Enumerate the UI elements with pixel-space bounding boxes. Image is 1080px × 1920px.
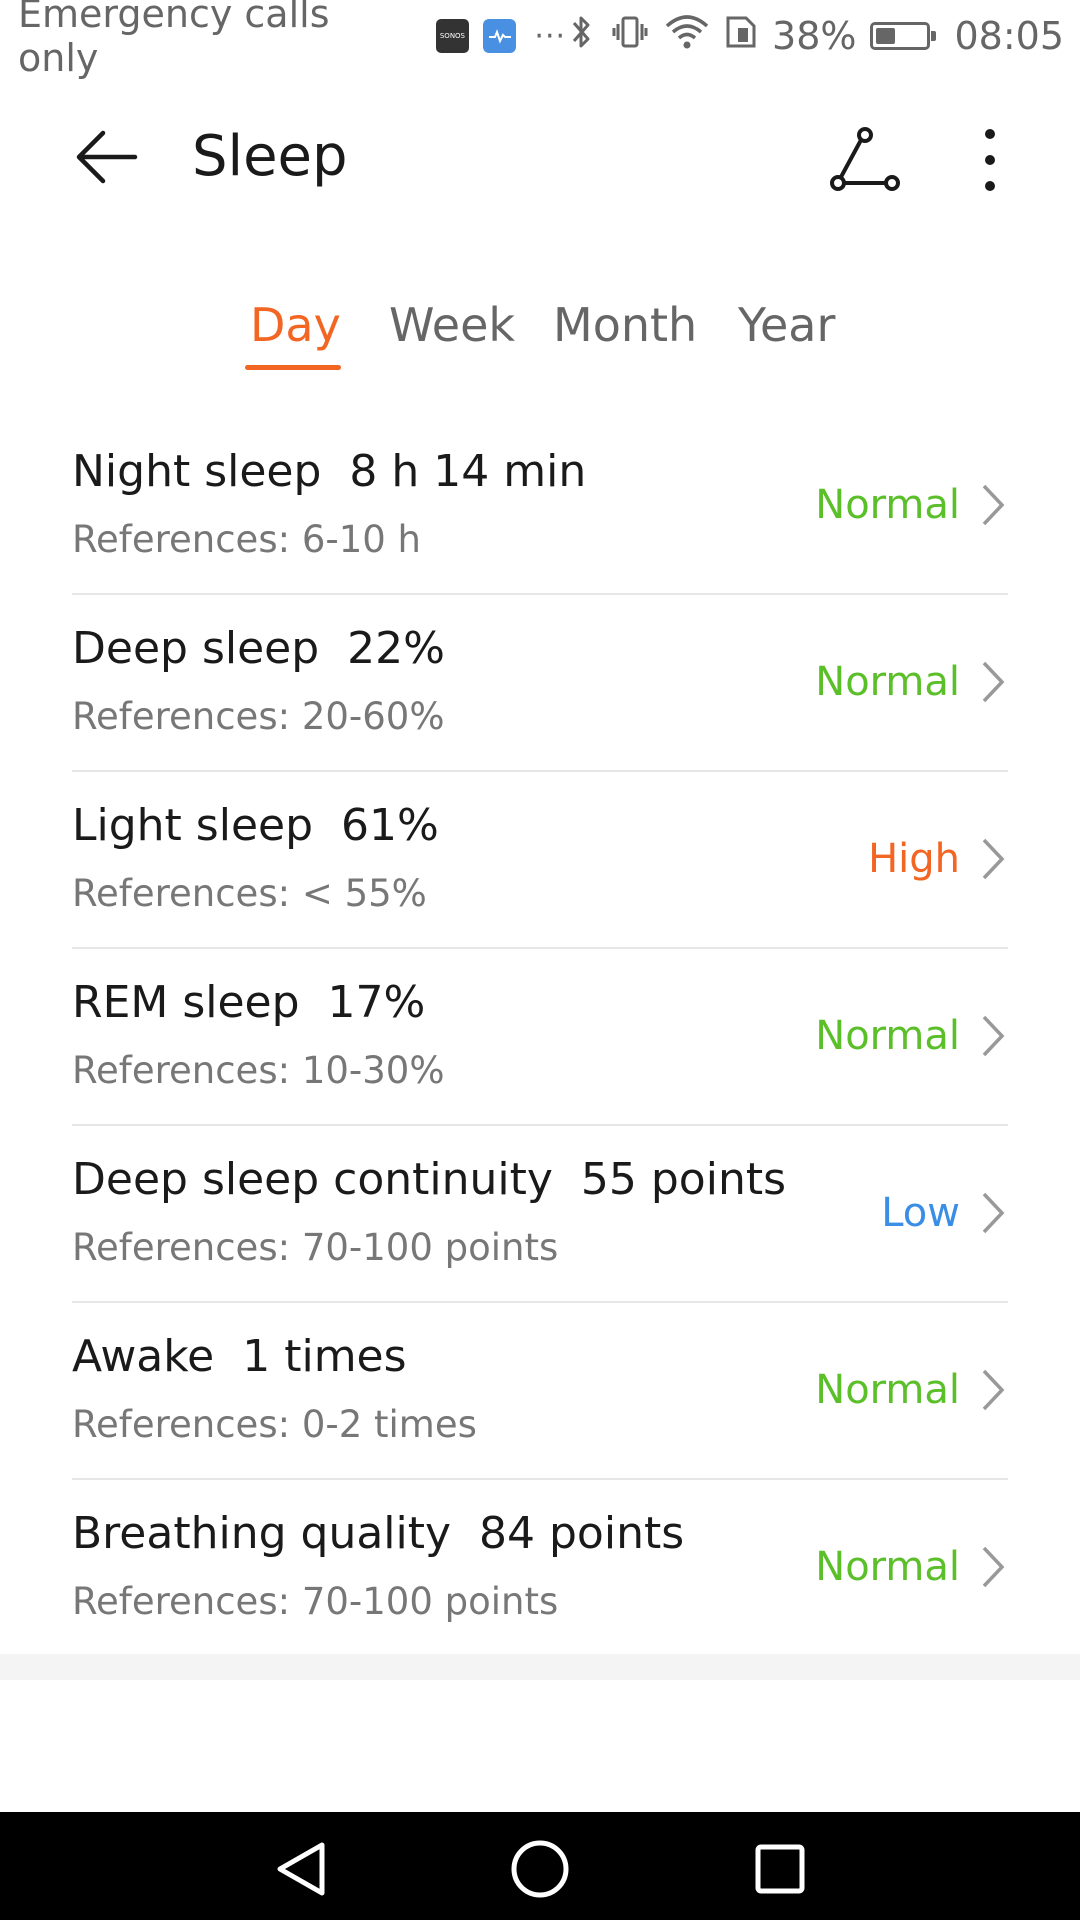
sleep-metrics-list: Night sleep 8 h 14 min References: 6-10 … [0,418,1080,1657]
nav-recents-button[interactable] [745,1834,815,1904]
metric-row-light-sleep[interactable]: Light sleep 61% References: < 55% High [72,772,1008,949]
chevron-right-icon [982,1546,1005,1588]
metric-reference: References: 0-2 times [72,1403,477,1446]
metric-reference: References: 70-100 points [72,1580,559,1623]
more-notifications-icon: ··· [534,18,567,54]
metric-title: REM sleep 17% [72,977,425,1028]
period-tabs: Day Week Month Year [0,290,1080,380]
metric-value: 61% [341,800,439,851]
status-bar: Emergency calls only SONOS ··· 38% 08:05 [0,0,1080,80]
metric-status: Normal [815,1013,960,1059]
metric-title: Deep sleep 22% [72,623,445,674]
tab-month[interactable]: Month [553,290,697,370]
metric-value: 17% [327,977,426,1028]
tab-week[interactable]: Week [389,290,515,370]
vibrate-icon [610,12,650,61]
back-button[interactable] [68,122,148,192]
metric-name: Deep sleep [72,623,320,674]
metric-name: Breathing quality [72,1508,452,1559]
more-vert-icon [985,129,995,191]
metric-title: Night sleep 8 h 14 min [72,446,586,497]
metric-name: Deep sleep continuity [72,1154,553,1205]
system-nav-bar [0,1812,1080,1920]
chevron-right-icon [982,1015,1005,1057]
tab-year[interactable]: Year [738,290,835,370]
metric-row-rem-sleep[interactable]: REM sleep 17% References: 10-30% Normal [72,949,1008,1126]
battery-percent: 38% [772,14,857,58]
metric-title: Awake 1 times [72,1331,407,1382]
share-icon [830,127,900,191]
metric-reference: References: 10-30% [72,1049,445,1092]
metric-value: 84 points [479,1508,685,1559]
metric-row-deep-sleep-continuity[interactable]: Deep sleep continuity 55 points Referenc… [72,1126,1008,1303]
metric-reference: References: < 55% [72,872,427,915]
sonos-label: SONOS [439,32,466,40]
metric-name: REM sleep [72,977,300,1028]
chevron-right-icon [982,838,1005,880]
metric-title: Light sleep 61% [72,800,439,851]
metric-value: 1 times [242,1331,407,1382]
metric-title: Deep sleep continuity 55 points [72,1154,786,1205]
metric-value: 8 h 14 min [349,446,587,497]
sim-icon [724,12,758,61]
wifi-icon [664,12,710,61]
metric-title: Breathing quality 84 points [72,1508,684,1559]
tab-active-indicator [245,365,341,370]
share-button[interactable] [820,120,910,200]
metric-row-breathing-quality[interactable]: Breathing quality 84 points References: … [72,1480,1008,1657]
app-header: Sleep [0,100,1080,220]
metric-status: Low [881,1190,960,1236]
metric-reference: References: 70-100 points [72,1226,559,1269]
metric-status: Normal [815,1544,960,1590]
chevron-right-icon [982,1192,1005,1234]
tab-day[interactable]: Day [250,290,341,370]
chevron-right-icon [982,661,1005,703]
bluetooth-icon [566,12,596,61]
nav-home-button[interactable] [505,1834,575,1904]
chevron-right-icon [982,484,1005,526]
nav-home-icon [511,1840,569,1898]
metric-name: Awake [72,1331,215,1382]
metric-status: Normal [815,482,960,528]
metric-value: 55 points [580,1154,787,1205]
clock: 08:05 [954,14,1064,58]
metric-name: Night sleep [72,446,322,497]
metric-row-deep-sleep[interactable]: Deep sleep 22% References: 20-60% Normal [72,595,1008,772]
sonos-icon: SONOS [435,19,470,53]
metric-name: Light sleep [72,800,314,851]
page-title: Sleep [192,124,348,189]
nav-back-icon [277,1842,325,1896]
chevron-right-icon [982,1369,1005,1411]
metric-reference: References: 6-10 h [72,518,422,561]
section-divider [0,1654,1080,1680]
metric-reference: References: 20-60% [72,695,445,738]
health-app-icon [483,19,517,53]
nav-back-button[interactable] [265,1834,335,1904]
nav-recents-icon [755,1844,805,1894]
metric-value: 22% [347,623,445,674]
more-options-button[interactable] [960,120,1020,200]
battery-icon [870,22,937,50]
back-arrow-icon [76,130,138,184]
metric-row-awake[interactable]: Awake 1 times References: 0-2 times Norm… [72,1303,1008,1480]
metric-status: High [868,836,960,882]
metric-status: Normal [815,659,960,705]
metric-status: Normal [815,1367,960,1413]
carrier-text: Emergency calls only [18,0,330,80]
metric-row-night-sleep[interactable]: Night sleep 8 h 14 min References: 6-10 … [72,418,1008,595]
